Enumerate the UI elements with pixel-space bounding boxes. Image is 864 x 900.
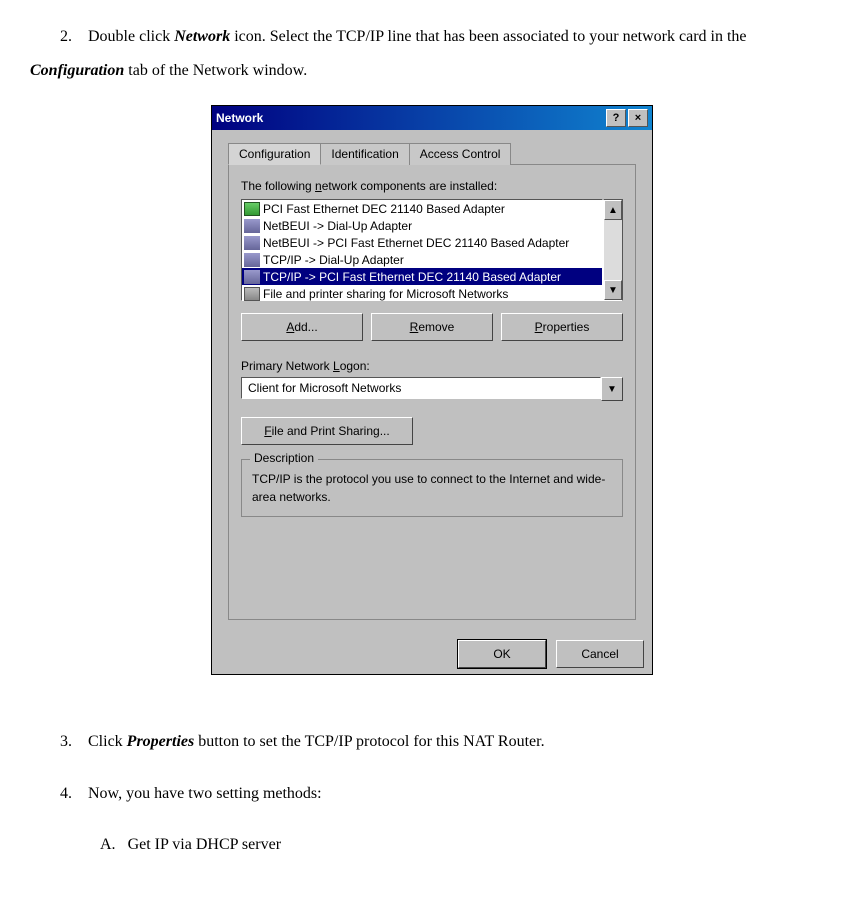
scroll-track[interactable] — [604, 220, 622, 280]
text: The following — [241, 179, 315, 193]
dropdown-value[interactable]: Client for Microsoft Networks — [241, 377, 601, 399]
mnemonic: F — [264, 424, 271, 438]
ok-button[interactable]: OK — [458, 640, 546, 668]
scroll-up-button[interactable]: ▲ — [604, 200, 622, 220]
text: Primary Network — [241, 359, 333, 373]
scrollbar[interactable]: ▲ ▼ — [603, 199, 623, 301]
tab-configuration[interactable]: Configuration — [228, 143, 321, 165]
dialog-buttons: OK Cancel — [212, 630, 652, 674]
substep-number: A. — [100, 828, 116, 862]
text: ile and Print Sharing... — [272, 424, 390, 438]
protocol-icon — [244, 219, 260, 233]
doc-step-2: 2. Double click Network icon. Select the… — [30, 20, 834, 87]
tab-panel: The following network components are ins… — [228, 164, 636, 620]
step-text: Double click Network icon. Select the TC… — [30, 28, 747, 79]
tabstrip: Configuration Identification Access Cont… — [228, 142, 636, 164]
list-item[interactable]: NetBEUI -> PCI Fast Ethernet DEC 21140 B… — [242, 234, 602, 251]
mnemonic: n — [315, 179, 322, 193]
network-dialog: Network ? × Configuration Identification… — [211, 105, 653, 675]
scroll-down-button[interactable]: ▼ — [604, 280, 622, 300]
step-text: Now, you have two setting methods: — [88, 785, 322, 802]
primary-logon-dropdown[interactable]: Client for Microsoft Networks ▼ — [241, 377, 623, 401]
component-buttons: Add... Remove Properties — [241, 313, 623, 341]
components-listbox[interactable]: PCI Fast Ethernet DEC 21140 Based Adapte… — [241, 199, 623, 301]
properties-button[interactable]: Properties — [501, 313, 623, 341]
text: icon. Select the TCP/IP line that has be… — [230, 28, 746, 45]
service-icon — [244, 287, 260, 301]
window-title: Network — [216, 111, 606, 125]
text: roperties — [543, 320, 590, 334]
list-item[interactable]: NetBEUI -> Dial-Up Adapter — [242, 217, 602, 234]
tab-access-control[interactable]: Access Control — [409, 143, 512, 165]
mnemonic: R — [410, 320, 419, 334]
text: emove — [418, 320, 454, 334]
mnemonic: P — [535, 320, 543, 334]
file-print-sharing-button[interactable]: File and Print Sharing... — [241, 417, 413, 445]
doc-step-4: 4. Now, you have two setting methods: — [30, 777, 834, 811]
item-label: PCI Fast Ethernet DEC 21140 Based Adapte… — [263, 202, 505, 216]
protocol-icon — [244, 236, 260, 250]
tab-identification[interactable]: Identification — [320, 143, 409, 165]
text: Double click — [88, 28, 174, 45]
step-number: 4. — [60, 777, 72, 811]
listbox-inner[interactable]: PCI Fast Ethernet DEC 21140 Based Adapte… — [241, 199, 603, 301]
dialog-body: Configuration Identification Access Cont… — [212, 130, 652, 630]
dropdown-arrow-icon[interactable]: ▼ — [601, 377, 623, 401]
step-number: 3. — [60, 725, 72, 759]
emph-configuration: Configuration — [30, 62, 124, 79]
list-item-selected[interactable]: TCP/IP -> PCI Fast Ethernet DEC 21140 Ba… — [242, 268, 602, 285]
components-label: The following network components are ins… — [241, 179, 623, 193]
list-item[interactable]: TCP/IP -> Dial-Up Adapter — [242, 251, 602, 268]
text: ogon: — [340, 359, 370, 373]
step-number: 2. — [60, 20, 72, 54]
doc-substep-a: A. Get IP via DHCP server — [70, 828, 834, 862]
primary-logon-label: Primary Network Logon: — [241, 359, 623, 373]
protocol-icon — [244, 270, 260, 284]
item-label: NetBEUI -> PCI Fast Ethernet DEC 21140 B… — [263, 236, 569, 250]
item-label: File and printer sharing for Microsoft N… — [263, 287, 508, 301]
mnemonic: L — [333, 359, 340, 373]
titlebar: Network ? × — [212, 106, 652, 130]
item-label: NetBEUI -> Dial-Up Adapter — [263, 219, 412, 233]
group-title: Description — [250, 451, 318, 465]
help-button[interactable]: ? — [606, 109, 626, 127]
adapter-icon — [244, 202, 260, 216]
protocol-icon — [244, 253, 260, 267]
list-item[interactable]: File and printer sharing for Microsoft N… — [242, 285, 602, 302]
doc-step-3: 3. Click Properties button to set the TC… — [30, 725, 834, 759]
emph-network: Network — [174, 28, 230, 45]
remove-button[interactable]: Remove — [371, 313, 493, 341]
text: tab of the Network window. — [124, 62, 307, 79]
item-label: TCP/IP -> Dial-Up Adapter — [263, 253, 404, 267]
text: dd... — [294, 320, 317, 334]
titlebar-buttons: ? × — [606, 109, 648, 127]
step-text: Click Properties button to set the TCP/I… — [88, 733, 545, 750]
close-button[interactable]: × — [628, 109, 648, 127]
list-item[interactable]: PCI Fast Ethernet DEC 21140 Based Adapte… — [242, 200, 602, 217]
description-group: Description TCP/IP is the protocol you u… — [241, 459, 623, 517]
text: button to set the TCP/IP protocol for th… — [194, 733, 544, 750]
text: Click — [88, 733, 127, 750]
item-label: TCP/IP -> PCI Fast Ethernet DEC 21140 Ba… — [263, 270, 561, 284]
cancel-button[interactable]: Cancel — [556, 640, 644, 668]
substep-text: Get IP via DHCP server — [128, 836, 281, 853]
description-text: TCP/IP is the protocol you use to connec… — [252, 470, 612, 506]
emph-properties: Properties — [127, 733, 195, 750]
add-button[interactable]: Add... — [241, 313, 363, 341]
text: etwork components are installed: — [322, 179, 497, 193]
